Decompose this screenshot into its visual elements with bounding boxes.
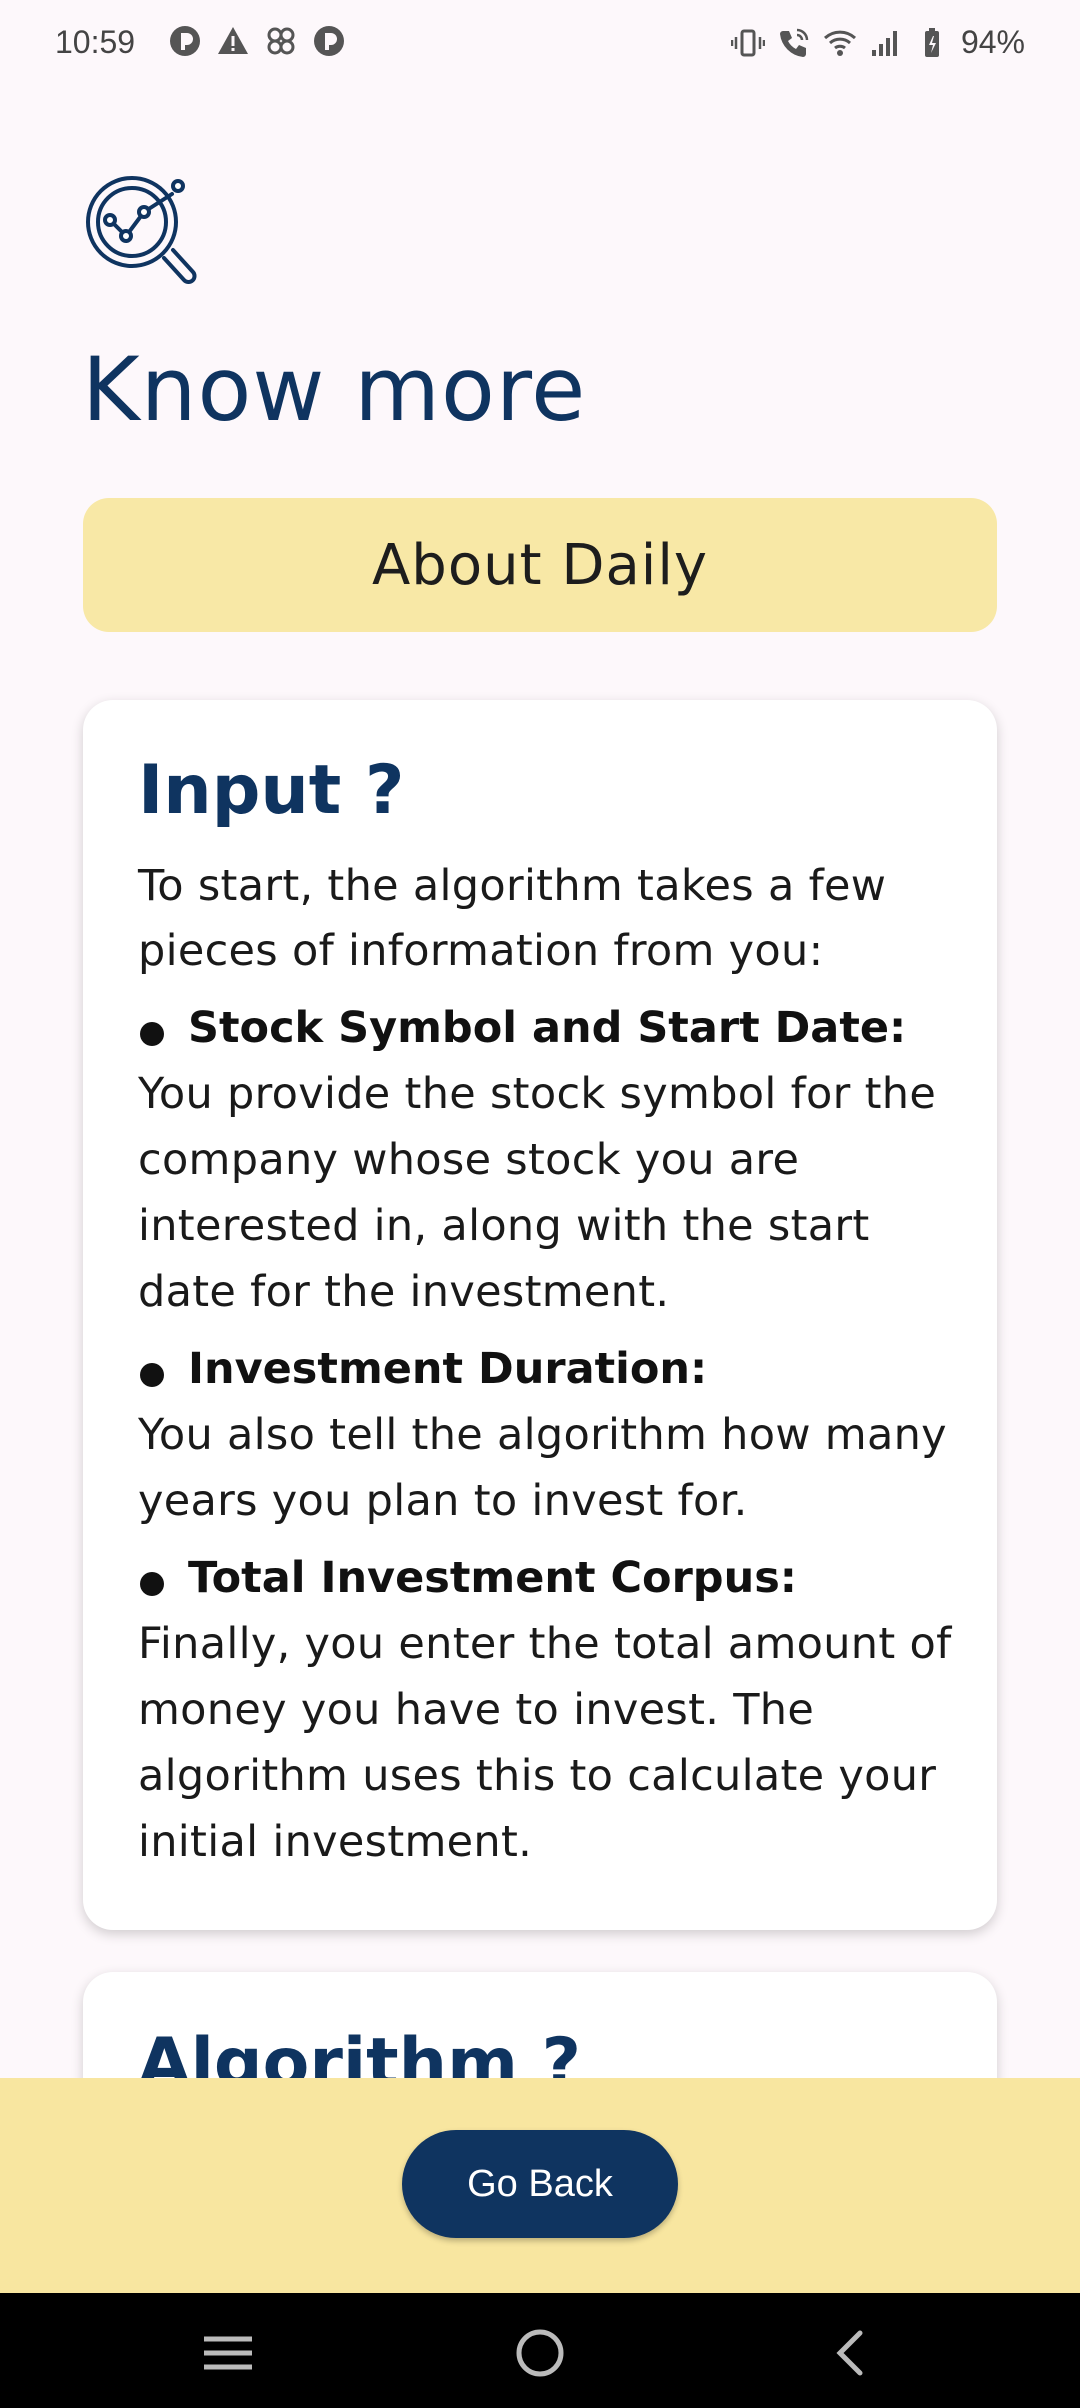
bullet-description: You provide the stock symbol for the com…: [138, 1068, 937, 1317]
bullet-icon: [140, 1022, 164, 1047]
input-card: Input ? To start, the algorithm takes a …: [83, 700, 997, 1930]
bullet-description: Finally, you enter the total amount of m…: [138, 1618, 952, 1867]
bullet-title: Stock Symbol and Start Date:: [188, 1002, 907, 1053]
page-title: Know more: [82, 338, 587, 441]
chart-magnifier-icon: [86, 176, 197, 284]
pocket-casts-icon: [170, 26, 200, 56]
bullet-icon: [140, 1363, 164, 1388]
bottom-bar: Go Back: [0, 2078, 1080, 2293]
system-nav-bar: [0, 2293, 1080, 2408]
recents-icon[interactable]: [198, 2323, 258, 2383]
bullet-title: Investment Duration:: [188, 1343, 708, 1394]
status-time: 10:59: [55, 24, 136, 60]
battery-percentage: 94%: [960, 24, 1025, 60]
vibrate-icon: [730, 29, 765, 56]
home-icon[interactable]: [510, 2323, 570, 2383]
back-icon[interactable]: [820, 2323, 880, 2383]
pocket-casts-icon: [314, 26, 344, 56]
bullet-title: Total Investment Corpus:: [188, 1552, 797, 1603]
wifi-calling-icon: [779, 28, 809, 57]
system-status: 94%: [730, 24, 1025, 61]
battery-icon: [924, 27, 939, 57]
notification-icons: [168, 24, 346, 58]
warning-icon: [218, 27, 248, 54]
status-bar: 10:59 94%: [0, 0, 1080, 90]
about-daily-banner: About Daily: [83, 498, 997, 632]
go-back-button[interactable]: Go Back: [402, 2130, 678, 2238]
signal-icon: [871, 30, 897, 56]
bullet-description: You also tell the algorithm how many yea…: [138, 1409, 947, 1526]
list-item: Total Investment Corpus: Finally, you en…: [138, 1546, 958, 1875]
list-item: Stock Symbol and Start Date: You provide…: [138, 996, 958, 1325]
pinwheel-icon: [267, 27, 295, 55]
bullet-icon: [140, 1572, 164, 1597]
card-intro: To start, the algorithm takes a few piec…: [138, 860, 887, 976]
list-item: Investment Duration: You also tell the a…: [138, 1337, 958, 1534]
wifi-icon: [823, 30, 856, 56]
card-heading: Input ?: [138, 751, 405, 830]
